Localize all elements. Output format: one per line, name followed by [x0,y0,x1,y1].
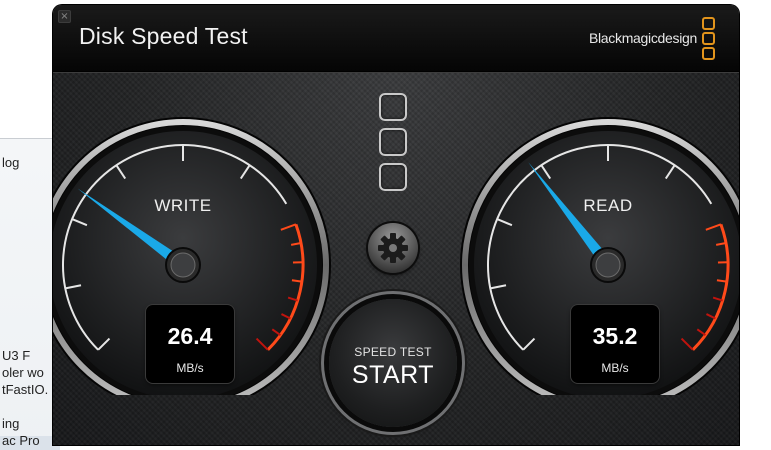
indicator-slot [379,93,407,121]
write-gauge: WRITE 26.4 MB/s [53,95,333,395]
write-gauge-label: WRITE [53,196,333,216]
settings-button[interactable] [368,223,418,273]
write-readout: 26.4 MB/s [146,305,234,383]
read-speed-value: 35.2 [571,323,659,350]
window-title: Disk Speed Test [79,23,248,50]
write-speed-value: 26.4 [146,323,234,350]
indicator-slot [379,128,407,156]
write-speed-unit: MB/s [146,361,234,375]
background-text: ac Pro [2,433,40,448]
background-text: oler wo [2,365,44,380]
read-gauge: READ 35.2 MB/s [458,95,739,395]
brand-logo-text: Blackmagicdesign [589,30,697,46]
close-button[interactable]: × [58,10,71,23]
start-speed-test-button[interactable]: SPEED TEST START [329,299,457,427]
read-gauge-label: READ [458,196,739,216]
title-bar[interactable]: × Disk Speed Test Blackmagicdesign [53,5,739,72]
start-button-label: START [329,361,457,390]
gear-icon [368,223,418,273]
brand-logo-icon [702,17,717,62]
start-button-subtitle: SPEED TEST [329,345,457,359]
background-text: U3 F [2,348,30,363]
indicator-slot [379,163,407,191]
background-text: ing [2,416,19,431]
read-readout: 35.2 MB/s [571,305,659,383]
background-text: tFastIO. [2,382,48,397]
background-text: log [2,155,19,170]
read-speed-unit: MB/s [571,361,659,375]
disk-speed-test-window: × Disk Speed Test Blackmagicdesign WRITE… [53,5,739,445]
